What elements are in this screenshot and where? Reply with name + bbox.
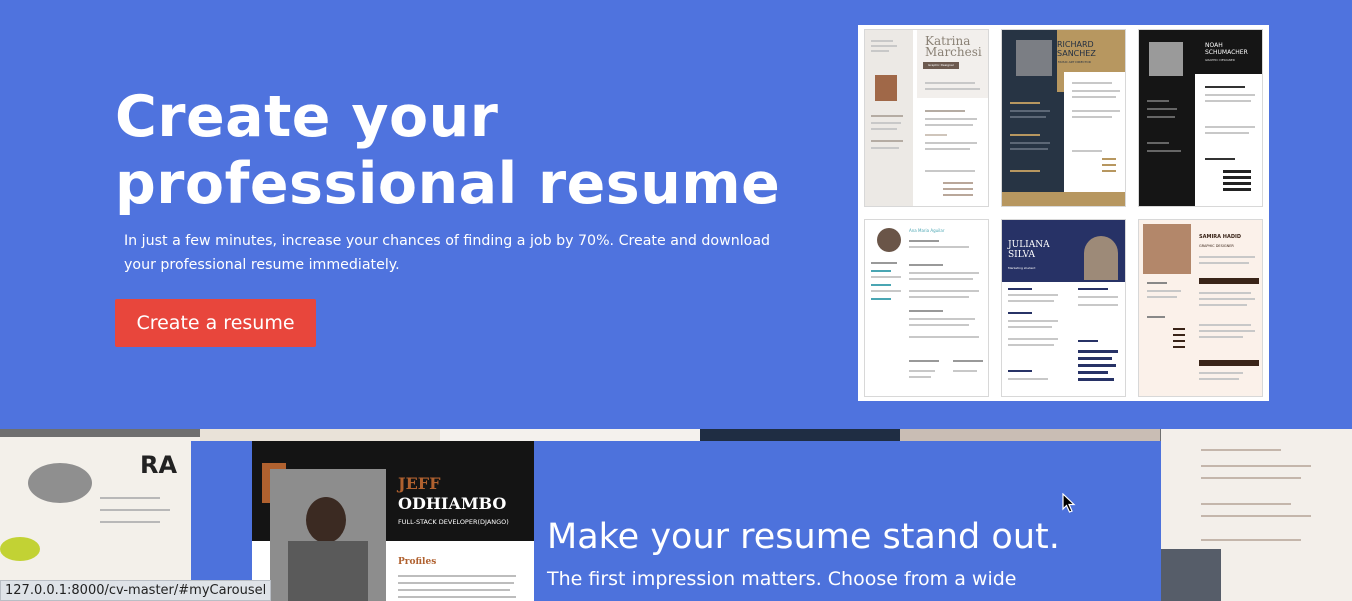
hero-subtitle: In just a few minutes, increase your cha… (124, 229, 784, 277)
template-role: GRAPHIC DESIGNER (1205, 58, 1235, 62)
featured-role: FULL-STACK DEVELOPER(DJANGO) (398, 518, 509, 526)
template-name-line-2: SCHUMACHER (1205, 49, 1248, 56)
template-name-line-2: Marchesi (925, 45, 982, 59)
template-card-juliana[interactable]: JULIANA SILVA Marketing student (1001, 219, 1126, 397)
avatar (1084, 236, 1118, 280)
hero-subtitle-line-2: your professional resume immediately. (124, 257, 400, 273)
avatar (1016, 40, 1052, 76)
template-name-line-1: RICHARD (1057, 40, 1094, 49)
carousel-heading: Make your resume stand out. (547, 517, 1060, 557)
hero-title: Create your professional resume (115, 84, 780, 218)
featured-section-title: Profiles (398, 557, 437, 567)
template-card-katrina[interactable]: Katrina Marchesi Graphic Designer (864, 29, 989, 207)
background-resume-left: RA (0, 437, 200, 601)
featured-first-name: JEFF (398, 474, 441, 493)
template-role: Marketing student (1008, 266, 1036, 270)
hero-subtitle-line-1: In just a few minutes, increase your cha… (124, 233, 771, 249)
template-name-line-1: NOAH (1205, 42, 1223, 49)
avatar (877, 228, 901, 252)
background-resume-right (1161, 429, 1352, 601)
template-role: Graphic Designer (923, 62, 959, 69)
template-name-line-1: Ana Maria Aguilar (909, 228, 945, 233)
avatar (270, 469, 386, 601)
avatar (875, 75, 897, 101)
template-card-samira[interactable]: SAMIRA HADID GRAPHIC DESIGNER (1138, 219, 1263, 397)
avatar (1143, 224, 1191, 274)
template-role: GRAPHIC DESIGNER (1199, 244, 1234, 248)
featured-last-name: ODHIAMBO (398, 494, 507, 513)
hero-title-line-2: professional resume (115, 151, 781, 217)
mouse-cursor-icon (1062, 493, 1076, 513)
template-card-richard[interactable]: RICHARD SANCHEZ MUSIC ART DIRECTOR (1001, 29, 1126, 207)
template-role: MUSIC ART DIRECTOR (1058, 60, 1091, 64)
template-name-line-1: JULIANA (1008, 240, 1050, 250)
template-gallery: Katrina Marchesi Graphic Designer RICHAR… (858, 25, 1269, 401)
carousel-subheading: The first impression matters. Choose fro… (547, 568, 1017, 590)
template-name-line-2: SILVA (1008, 250, 1036, 260)
link-status-bar: 127.0.0.1:8000/cv-master/#myCarousel (0, 580, 272, 601)
avatar (1149, 42, 1183, 76)
create-resume-button[interactable]: Create a resume (115, 299, 316, 347)
template-name-line-1: SAMIRA HADID (1199, 234, 1241, 240)
template-name-line-2: SANCHEZ (1057, 49, 1096, 58)
hero-title-line-1: Create your (115, 84, 499, 150)
featured-resume-preview[interactable]: JEFF ODHIAMBO FULL-STACK DEVELOPER(DJANG… (252, 441, 534, 601)
hero-section: Create your professional resume In just … (0, 0, 1352, 429)
template-card-ana[interactable]: Ana Maria Aguilar (864, 219, 989, 397)
template-card-noah[interactable]: NOAH SCHUMACHER GRAPHIC DESIGNER (1138, 29, 1263, 207)
